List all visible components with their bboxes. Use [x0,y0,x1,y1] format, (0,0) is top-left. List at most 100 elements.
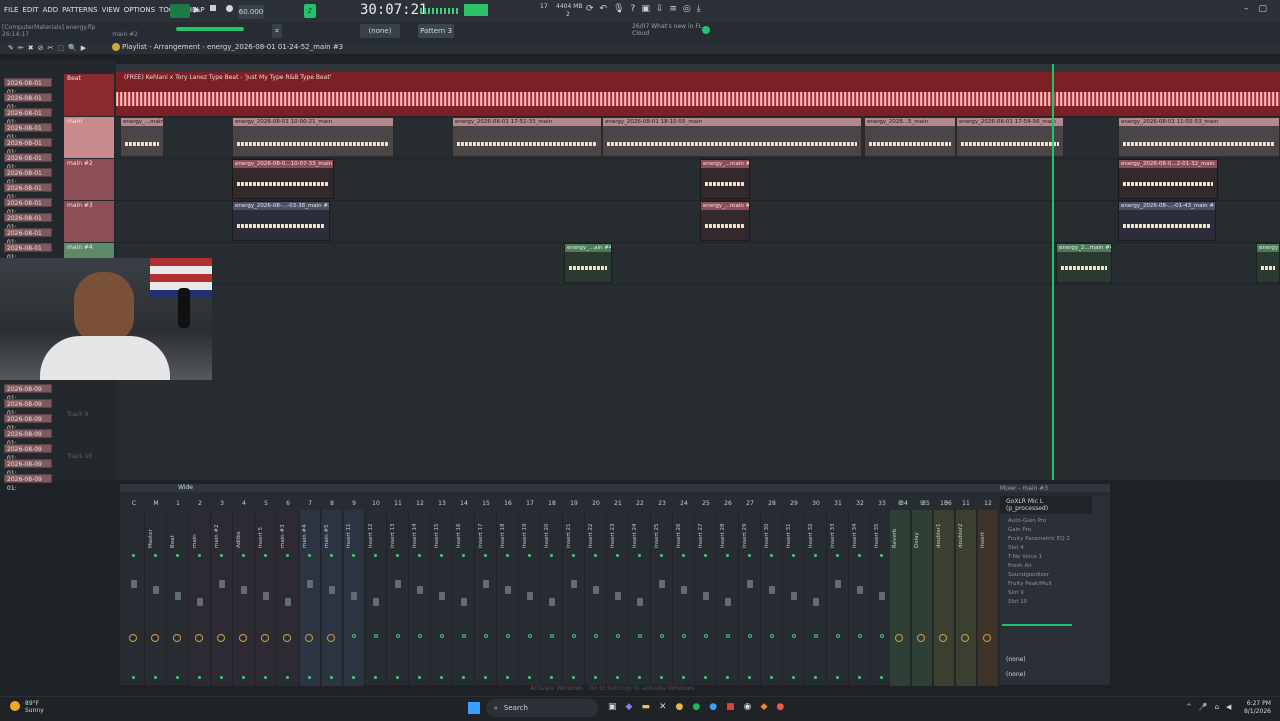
pan-knob[interactable] [283,634,291,642]
pan-knob[interactable] [217,634,225,642]
play-icon[interactable]: ▶ [194,5,202,14]
route-dot[interactable] [858,676,861,679]
pan-knob[interactable] [462,634,466,638]
mixer-strip[interactable]: 11 Insert 13 [388,500,409,686]
picker-item[interactable]: 2026-08-01 01: [4,93,52,111]
route-dot[interactable] [330,676,333,679]
route-dot[interactable] [726,676,729,679]
volume-fader[interactable] [637,598,643,606]
fx-input-device[interactable]: GoXLR Mic L (p_processed) [1000,496,1092,514]
strip-enable-dot[interactable] [264,554,267,557]
strip-enable-dot[interactable] [330,554,333,557]
track-header-10[interactable]: Track 10 [64,452,114,464]
volume-fader[interactable] [373,598,379,606]
song-position[interactable]: 30:07:21 [360,2,427,18]
network-icon[interactable]: ⌂ [1215,703,1219,711]
volume-fader[interactable] [439,592,445,600]
chrome-icon[interactable]: ● [676,702,684,712]
strip-enable-dot[interactable] [242,554,245,557]
picker-item[interactable]: 2026-08-01 01: [4,78,52,96]
volume-fader[interactable] [615,592,621,600]
route-dot[interactable] [418,676,421,679]
route-dot[interactable] [682,676,685,679]
send-strip[interactable]: 8 Reverb [890,500,911,686]
mixer-strip[interactable]: 18 Insert 20 [542,500,563,686]
route-dot[interactable] [528,676,531,679]
volume-fader[interactable] [747,580,753,588]
route-dot[interactable] [770,676,773,679]
volume-fader[interactable] [725,598,731,606]
pan-knob[interactable] [770,634,774,638]
mic-icon[interactable]: 🎙 [613,4,624,14]
clip[interactable]: energy_2026-08-01 11-55-53_main [1118,117,1280,157]
picker-item[interactable]: 2026-08-01 01: [4,123,52,141]
fx-slot[interactable]: Slot 9 [1000,590,1110,599]
route-dot[interactable] [198,676,201,679]
volume-fader[interactable] [307,580,313,588]
plugin-icon[interactable]: ◎ [683,4,691,14]
route-dot[interactable] [242,676,245,679]
mixer-strip[interactable]: 5 Insert 5 [256,500,277,686]
mic-tray-icon[interactable]: 🎤 [1199,703,1208,711]
refresh-icon[interactable]: ⟳ [586,4,594,14]
strip-enable-dot[interactable] [748,554,751,557]
mixer-strip[interactable]: 27 Insert 29 [740,500,761,686]
metronome-button[interactable]: ♪ [304,4,316,18]
picker-item[interactable]: 2026-08-01 01: [4,228,52,246]
picker-item[interactable]: 2026-08-01 01: [4,183,52,201]
pan-knob[interactable] [550,634,554,638]
picker-item[interactable]: 2026-08-01 01: [4,213,52,231]
menu-add[interactable]: ADD [43,6,59,14]
mixer-strip[interactable]: 2 main [190,500,211,686]
fx-slot[interactable]: T-Ne Voice 1 [1000,554,1110,563]
picker-item[interactable]: 2026-08-01 01: [4,168,52,186]
mixer-icon[interactable]: ≡ [669,4,677,14]
strip-enable-dot[interactable] [352,554,355,557]
volume-fader[interactable] [527,592,533,600]
weather-widget[interactable]: 89°F Sunny [25,700,44,714]
volume-fader[interactable] [153,586,159,594]
clip[interactable]: energy_...main [120,117,164,157]
strip-enable-dot[interactable] [704,554,707,557]
clip[interactable]: energy [1256,243,1280,283]
mixer-strip[interactable]: 29 Insert 31 [784,500,805,686]
clip[interactable]: energy_2026-08-01 17-51-33_main [452,117,602,157]
strip-enable-dot[interactable] [726,554,729,557]
fx-slot[interactable]: Slot 10 [1000,599,1110,608]
clip[interactable]: energy_2...main #4 [1056,243,1112,283]
app-icon[interactable]: ■ [726,702,735,712]
route-dot[interactable] [704,676,707,679]
volume-fader[interactable] [461,598,467,606]
route-dot[interactable] [220,676,223,679]
fx-slot[interactable]: Auto-Gain Pro [1000,518,1110,527]
volume-fader[interactable] [219,580,225,588]
menu-options[interactable]: OPTIONS [124,6,155,14]
playlist-options-icon[interactable] [112,43,120,51]
mixer-strip[interactable]: 23 Insert 25 [652,500,673,686]
route-dot[interactable] [594,676,597,679]
help-icon[interactable]: ? [631,4,636,14]
volume-fader[interactable] [285,598,291,606]
clip[interactable]: energy_...ain #4 [564,243,612,283]
route-dot[interactable] [374,676,377,679]
strip-enable-dot[interactable] [462,554,465,557]
mixer-strip[interactable]: 15 Insert 17 [476,500,497,686]
strip-enable-dot[interactable] [176,554,179,557]
minimize-icon[interactable]: – [1244,4,1249,14]
picker-item[interactable]: 2026-08-01 01: [4,108,52,126]
save-icon[interactable]: ▣ [641,4,650,14]
menu-patterns[interactable]: PATTERNS [62,6,97,14]
strip-enable-dot[interactable] [286,554,289,557]
news-panel[interactable]: 26/07 What's new in FL Cloud [632,23,702,37]
track-header-9[interactable]: Track 9 [64,410,114,422]
route-dot[interactable] [638,676,641,679]
picker-item[interactable]: 2026-08-01 01: [4,138,52,156]
fx-slot[interactable]: Fruity Parametric EQ 2 [1000,536,1110,545]
route-dot[interactable] [814,676,817,679]
fl-studio-icon[interactable]: ◆ [760,702,767,712]
strip-enable-dot[interactable] [418,554,421,557]
pan-knob[interactable] [660,634,664,638]
mixer-strip[interactable]: 32 Insert 34 [850,500,871,686]
pan-knob[interactable] [682,634,686,638]
playback-tool-icon[interactable]: ▶ [81,44,86,52]
